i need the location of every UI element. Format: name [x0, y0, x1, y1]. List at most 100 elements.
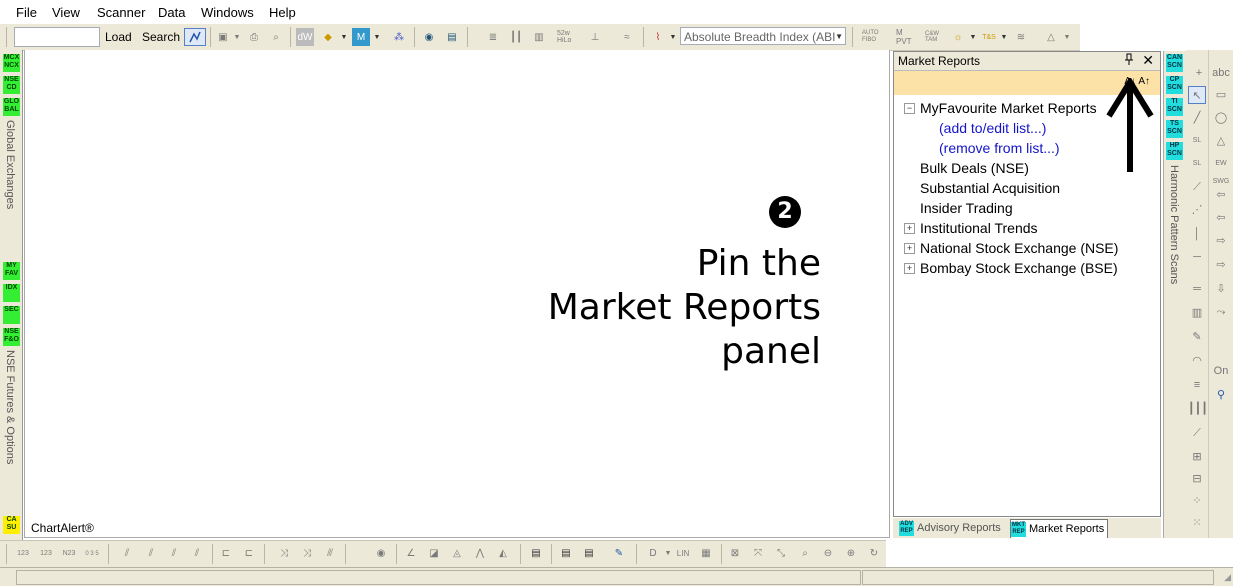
fan-1-icon[interactable]: ⫻: [322, 546, 338, 562]
pattern-3-icon[interactable]: ⫽: [166, 546, 182, 562]
dw-icon[interactable]: dW: [296, 28, 314, 46]
indicator-select[interactable]: Absolute Breadth Index (ABI ▼: [680, 27, 846, 45]
global-tab[interactable]: GLO BAL: [3, 98, 20, 116]
tree-item-nse[interactable]: + National Stock Exchange (NSE): [904, 240, 1118, 256]
abc-pattern-icon[interactable]: ⤳: [1212, 303, 1230, 321]
expand-icon[interactable]: +: [904, 243, 915, 254]
cp-scn-tab[interactable]: CP SCN: [1166, 76, 1183, 94]
zoom-in-icon[interactable]: ⊕: [843, 546, 859, 562]
grid-tool-icon[interactable]: ⊞: [1188, 448, 1206, 466]
zoom-out-icon[interactable]: ⊖: [820, 546, 836, 562]
tree-item-bse[interactable]: + Bombay Stock Exchange (BSE): [904, 260, 1118, 276]
abc-shape-icon[interactable]: ◭: [495, 546, 511, 562]
idx-tab[interactable]: IDX: [3, 284, 20, 302]
report-right-icon[interactable]: ▤: [581, 546, 597, 562]
hp-scn-tab[interactable]: HP SCN: [1166, 142, 1183, 160]
load-button[interactable]: Load: [105, 30, 132, 44]
text-tool-icon[interactable]: abc: [1212, 64, 1230, 82]
globe-icon[interactable]: ◉: [420, 28, 438, 46]
menu-file[interactable]: File: [16, 5, 37, 20]
can-scn-tab[interactable]: CAN SCN: [1166, 54, 1183, 72]
ca-su-tab[interactable]: CA SU: [3, 516, 20, 534]
sun-dropdown-icon[interactable]: ▼: [968, 28, 978, 46]
shape-1-icon[interactable]: ◪: [426, 546, 442, 562]
cross-1-icon[interactable]: ⤨: [276, 546, 292, 562]
market-dropdown-icon[interactable]: ▼: [372, 28, 382, 46]
pattern-2-icon[interactable]: ⫽: [143, 546, 159, 562]
arrow-left-tool-icon[interactable]: ⇦: [1212, 186, 1230, 204]
tree-item-institutional-trends[interactable]: + Institutional Trends: [904, 220, 1038, 236]
arrow-right-tool-icon[interactable]: ⇨: [1212, 232, 1230, 250]
zoom-fit-icon[interactable]: ⊠: [727, 546, 743, 562]
cw-tam-icon[interactable]: C&W TAM: [925, 28, 947, 46]
diamond-dropdown-icon[interactable]: ▼: [339, 28, 349, 46]
symbol-input[interactable]: [14, 27, 100, 47]
tree-item-add-edit[interactable]: (add to/edit list...): [939, 120, 1046, 136]
global-exchanges-label[interactable]: Global Exchanges: [4, 120, 16, 209]
expand-icon[interactable]: +: [904, 223, 915, 234]
wave-n23-icon[interactable]: N23: [61, 546, 77, 562]
tree-item-bulk-deals[interactable]: Bulk Deals (NSE): [920, 160, 1029, 176]
shape-3-icon[interactable]: ⋀: [472, 546, 488, 562]
tree-item-insider-trading[interactable]: Insider Trading: [920, 200, 1013, 216]
report-icon[interactable]: ▤: [528, 546, 544, 562]
nse-futures-options-label[interactable]: NSE Futures & Options: [4, 350, 16, 464]
save-icon[interactable]: ▣: [215, 28, 231, 46]
circle-badge-icon[interactable]: ◉: [373, 546, 389, 562]
pen-tool-icon[interactable]: ✎: [1188, 328, 1206, 346]
nse-cd-tab[interactable]: NSE CD: [3, 76, 20, 94]
my-fav-tab[interactable]: MY FAV: [3, 262, 20, 280]
rectangle-tool-icon[interactable]: ▭: [1212, 86, 1230, 104]
bars-icon[interactable]: ┃┃: [507, 28, 525, 46]
arrow-down-tool-icon[interactable]: ⇩: [1212, 280, 1230, 298]
indicator-dropdown-icon[interactable]: ▼: [668, 28, 678, 46]
search-button[interactable]: Search: [142, 30, 180, 44]
histogram-icon[interactable]: ▥: [530, 28, 548, 46]
cross-2-icon[interactable]: ⤨: [299, 546, 315, 562]
tab-market-reports[interactable]: MKT REP Market Reports: [1010, 519, 1109, 538]
horizontal-line-icon[interactable]: ─: [1188, 248, 1206, 266]
print-icon[interactable]: ⎙: [246, 28, 262, 46]
volume-icon[interactable]: ⊥: [586, 28, 604, 46]
sec-tab[interactable]: SEC: [3, 306, 20, 324]
collapse-icon[interactable]: −: [904, 103, 915, 114]
crosshair-tool-icon[interactable]: +: [1190, 64, 1208, 82]
tree-item-substantial-acquisition[interactable]: Substantial Acquisition: [920, 180, 1060, 196]
tree-item-myfavourite[interactable]: − MyFavourite Market Reports: [904, 100, 1097, 116]
zoom-expand-icon[interactable]: ⤧: [750, 546, 766, 562]
d-dropdown-icon[interactable]: ▼: [660, 546, 676, 562]
triangle-tool-icon[interactable]: △: [1212, 132, 1230, 150]
wave-035-icon[interactable]: 0 3 5: [84, 546, 100, 562]
pin-icon[interactable]: [1124, 53, 1134, 68]
ew-swing-icon[interactable]: EW SWG: [1212, 155, 1230, 185]
52w-hilo-icon[interactable]: 52w HiLo: [557, 28, 579, 46]
box-tool-icon[interactable]: ⊟: [1188, 470, 1206, 488]
wave-123-icon[interactable]: 123: [15, 546, 31, 562]
chart-cursor-button[interactable]: [184, 28, 206, 46]
tab-advisory-reports[interactable]: ADV REP Advisory Reports: [899, 519, 1001, 537]
menu-view[interactable]: View: [52, 5, 80, 20]
angle-icon[interactable]: ∠: [403, 546, 419, 562]
parallel-tool-icon[interactable]: ⋰: [1188, 201, 1206, 219]
auto-fibo-icon[interactable]: AUTO FIBO: [862, 28, 884, 46]
print-preview-icon[interactable]: ⌕: [268, 28, 284, 46]
ellipse-tool-icon[interactable]: ◯: [1212, 109, 1230, 127]
ti-scn-tab[interactable]: TI SCN: [1166, 98, 1183, 116]
fib-tool-icon[interactable]: ═: [1188, 280, 1206, 298]
expand-icon[interactable]: +: [904, 263, 915, 274]
mcx-ncx-tab[interactable]: MCX NCX: [3, 54, 20, 72]
moving-average-icon[interactable]: ≈: [618, 28, 636, 46]
indicator-chart-icon[interactable]: ⌇: [649, 28, 667, 46]
zoom-search-icon[interactable]: ⌕: [797, 546, 813, 562]
ts-star-icon[interactable]: T&S: [980, 28, 998, 46]
d-tool-icon[interactable]: D: [645, 546, 661, 562]
vertical-line-icon[interactable]: │: [1188, 225, 1206, 243]
spread-tool-icon[interactable]: ⁙: [1188, 514, 1206, 532]
refresh-icon[interactable]: ↻: [866, 546, 882, 562]
triangle-dropdown-icon[interactable]: ▼: [1062, 28, 1072, 46]
menu-help[interactable]: Help: [269, 5, 296, 20]
pattern-1-icon[interactable]: ⫽: [119, 546, 135, 562]
diamond-icon[interactable]: ◆: [320, 28, 336, 46]
chart-area[interactable]: 2 Pin the Market Reports panel ChartAler…: [24, 50, 890, 538]
gann-tool-icon[interactable]: ▥: [1188, 304, 1206, 322]
